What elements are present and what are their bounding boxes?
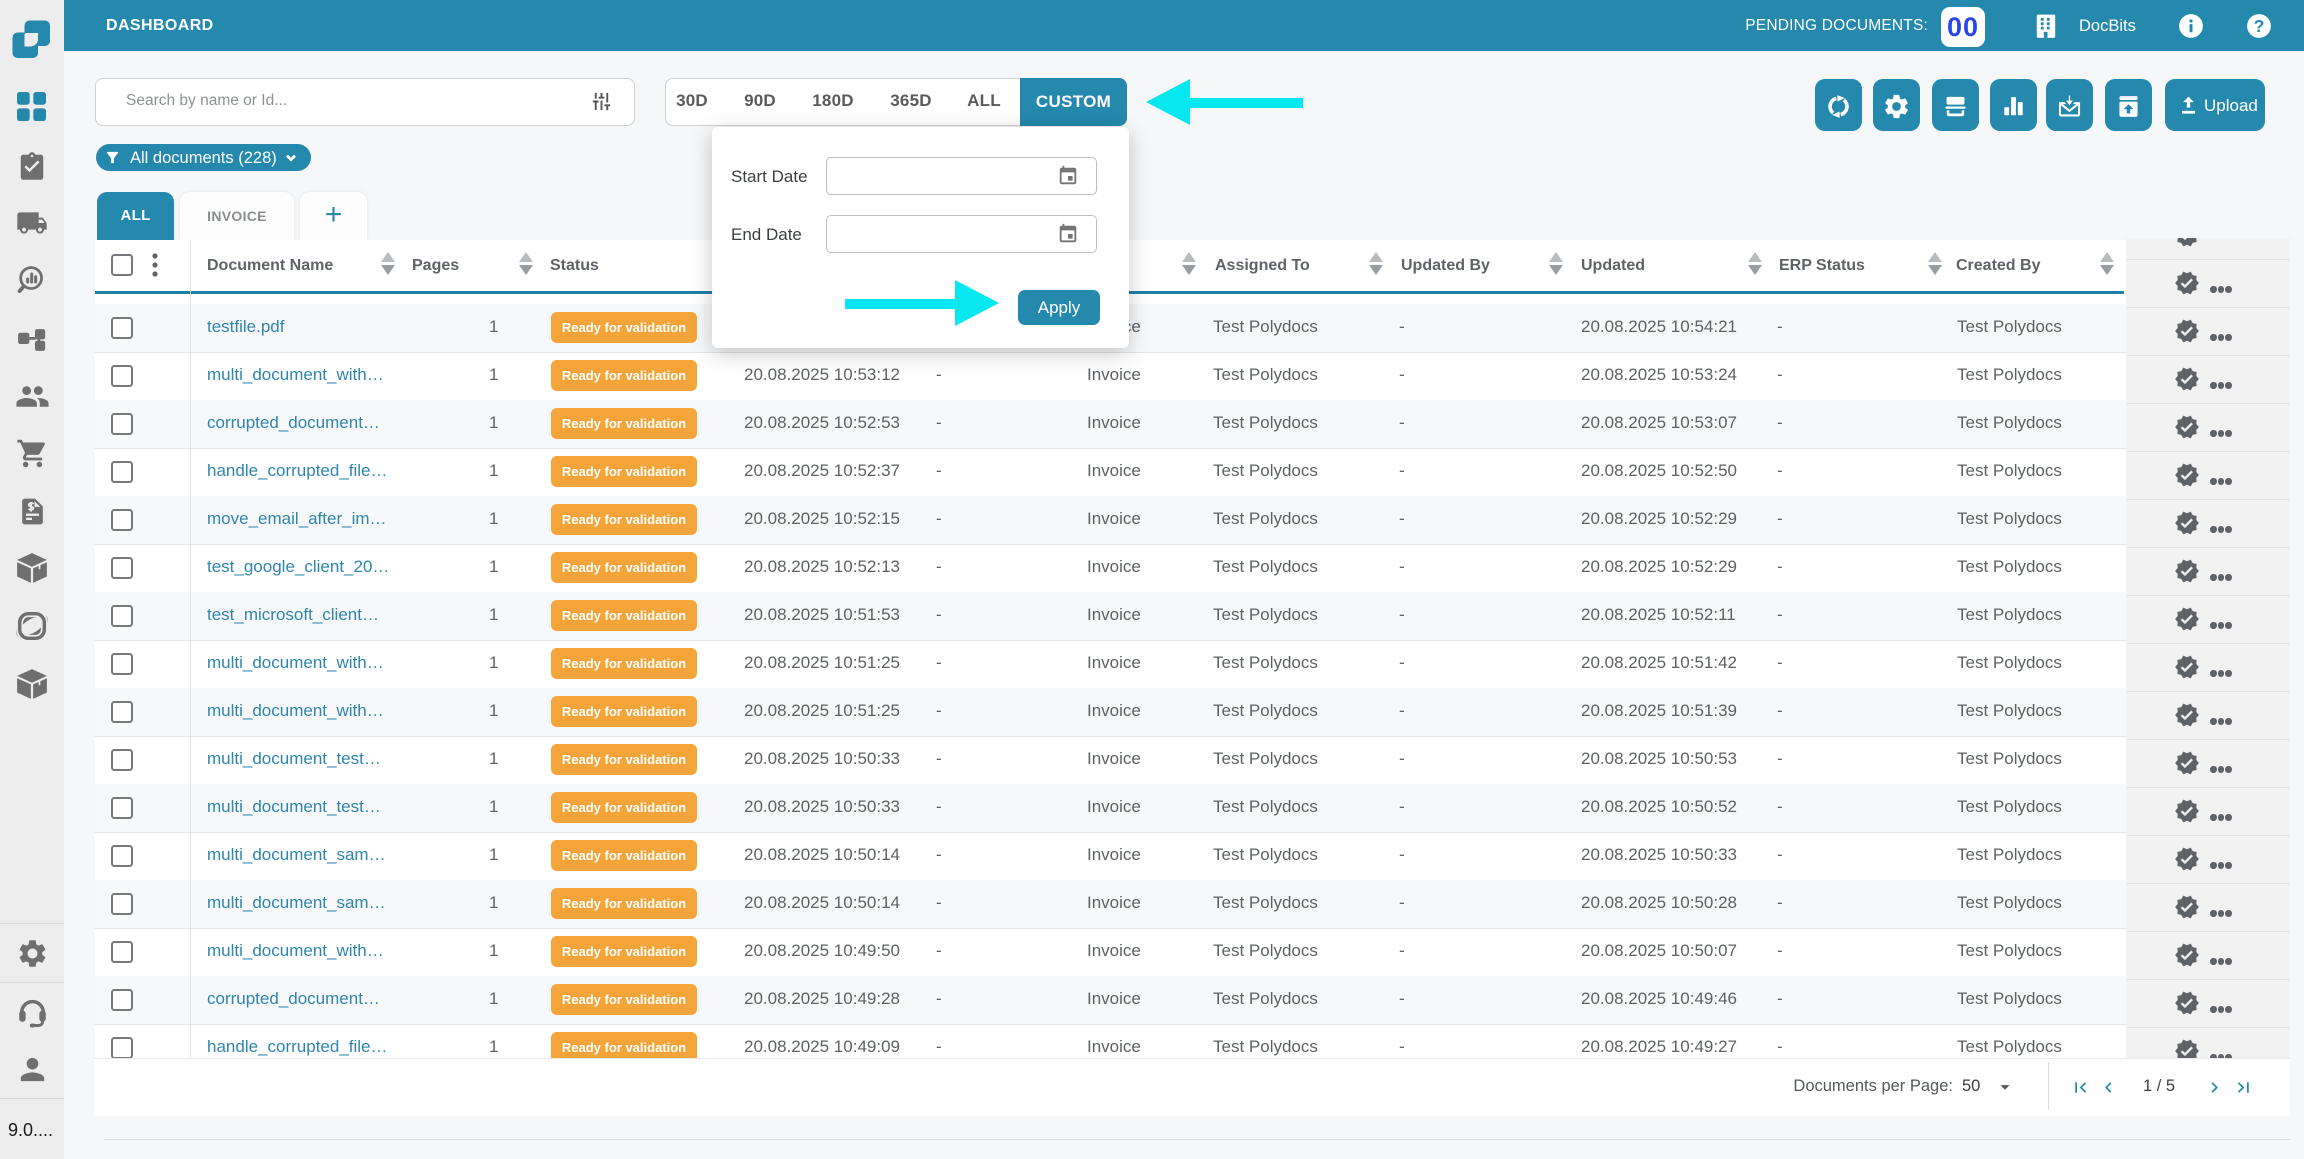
- svg-text:?: ?: [2254, 16, 2265, 36]
